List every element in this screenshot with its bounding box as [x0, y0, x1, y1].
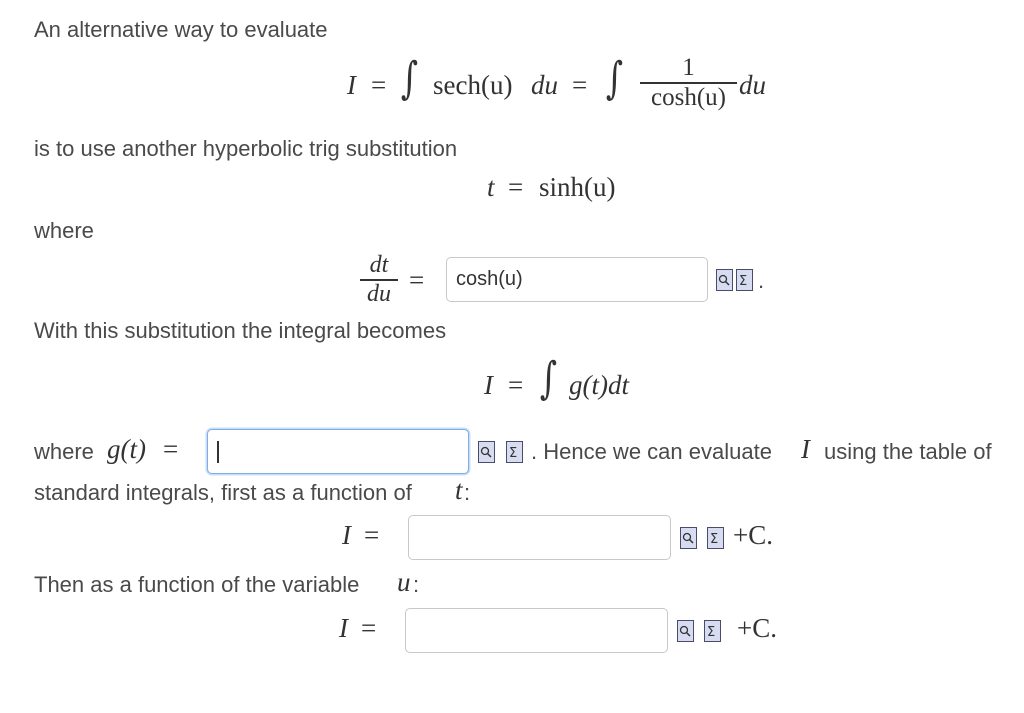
- equals-sign: =: [163, 434, 179, 464]
- colon: :: [413, 572, 420, 597]
- with-substitution-text: With this substitution the integral beco…: [34, 318, 447, 343]
- where-text: where: [34, 218, 94, 243]
- I-symbol: I: [484, 370, 493, 400]
- integral-sign: ∫: [400, 53, 419, 104]
- t-symbol: t: [487, 172, 495, 202]
- svg-text:Σ: Σ: [739, 274, 747, 289]
- integral-sign: ∫: [539, 353, 558, 404]
- g-t-dt-expression: g(t)dt: [569, 370, 629, 400]
- equals-sign: =: [508, 172, 524, 202]
- fraction-numerator: 1: [682, 54, 695, 81]
- hence-text: . Hence we can evaluate: [531, 439, 772, 464]
- preview-icon[interactable]: [716, 269, 733, 291]
- intro-text: An alternative way to evaluate: [34, 17, 328, 42]
- plus-c-text: +C.: [737, 613, 777, 643]
- plus-c: +C.: [737, 613, 777, 644]
- I-of-u-input[interactable]: [405, 608, 668, 653]
- equation-editor-icon[interactable]: Σ: [707, 527, 724, 549]
- equals-sign: =: [361, 613, 377, 643]
- I-of-t-input[interactable]: [408, 515, 671, 560]
- du-differential: du: [531, 70, 558, 100]
- colon: :: [464, 480, 471, 505]
- substitution-text: is to use another hyperbolic trig substi…: [34, 136, 458, 161]
- sech-expression: sech(u): [433, 70, 513, 100]
- where-g-prefix: where: [34, 439, 94, 464]
- text-caret: [217, 440, 219, 463]
- dtdu-input[interactable]: cosh(u): [446, 257, 708, 302]
- svg-text:Σ: Σ: [509, 446, 517, 461]
- sinh-expression: sinh(u): [539, 172, 616, 202]
- t-variable: t: [455, 475, 463, 505]
- integral-sign: ∫: [605, 53, 624, 104]
- equals-sign: =: [572, 70, 588, 100]
- plus-c-text: +C.: [733, 520, 773, 550]
- g-t-symbol: g(t): [107, 434, 146, 464]
- dtdu-input-value: cosh(u): [456, 268, 523, 290]
- equation-editor-icon[interactable]: Σ: [506, 441, 523, 463]
- equation-editor-icon[interactable]: Σ: [736, 269, 753, 291]
- svg-text:Σ: Σ: [707, 625, 715, 640]
- I-symbol: I: [339, 613, 348, 643]
- equals-sign: =: [508, 370, 524, 400]
- I-symbol: I: [801, 434, 810, 464]
- then-as-function-text: Then as a function of the variable: [34, 572, 360, 597]
- dt-numerator: dt: [369, 252, 389, 278]
- equals-sign: =: [371, 70, 387, 100]
- I-symbol: I: [347, 70, 356, 100]
- plus-c: +C.: [733, 520, 773, 551]
- equals-sign: =: [409, 265, 425, 295]
- preview-icon[interactable]: [680, 527, 697, 549]
- preview-icon[interactable]: [478, 441, 495, 463]
- fraction-denominator: cosh(u): [651, 83, 726, 111]
- using-table-text: using the table of: [824, 439, 992, 464]
- I-symbol: I: [342, 520, 351, 550]
- u-variable: u: [397, 567, 411, 597]
- du-differential: du: [739, 70, 766, 100]
- g-t-input[interactable]: [207, 429, 469, 474]
- period: .: [758, 268, 765, 293]
- equation-editor-icon[interactable]: Σ: [704, 620, 721, 642]
- svg-text:Σ: Σ: [710, 532, 718, 547]
- dt-du-fraction: dt du: [360, 252, 398, 308]
- equals-sign: =: [364, 520, 380, 550]
- preview-icon[interactable]: [677, 620, 694, 642]
- du-denominator: du: [367, 280, 391, 307]
- fraction-1-over-cosh: 1 cosh(u): [640, 54, 737, 112]
- standard-integrals-text: standard integrals, first as a function …: [34, 480, 412, 505]
